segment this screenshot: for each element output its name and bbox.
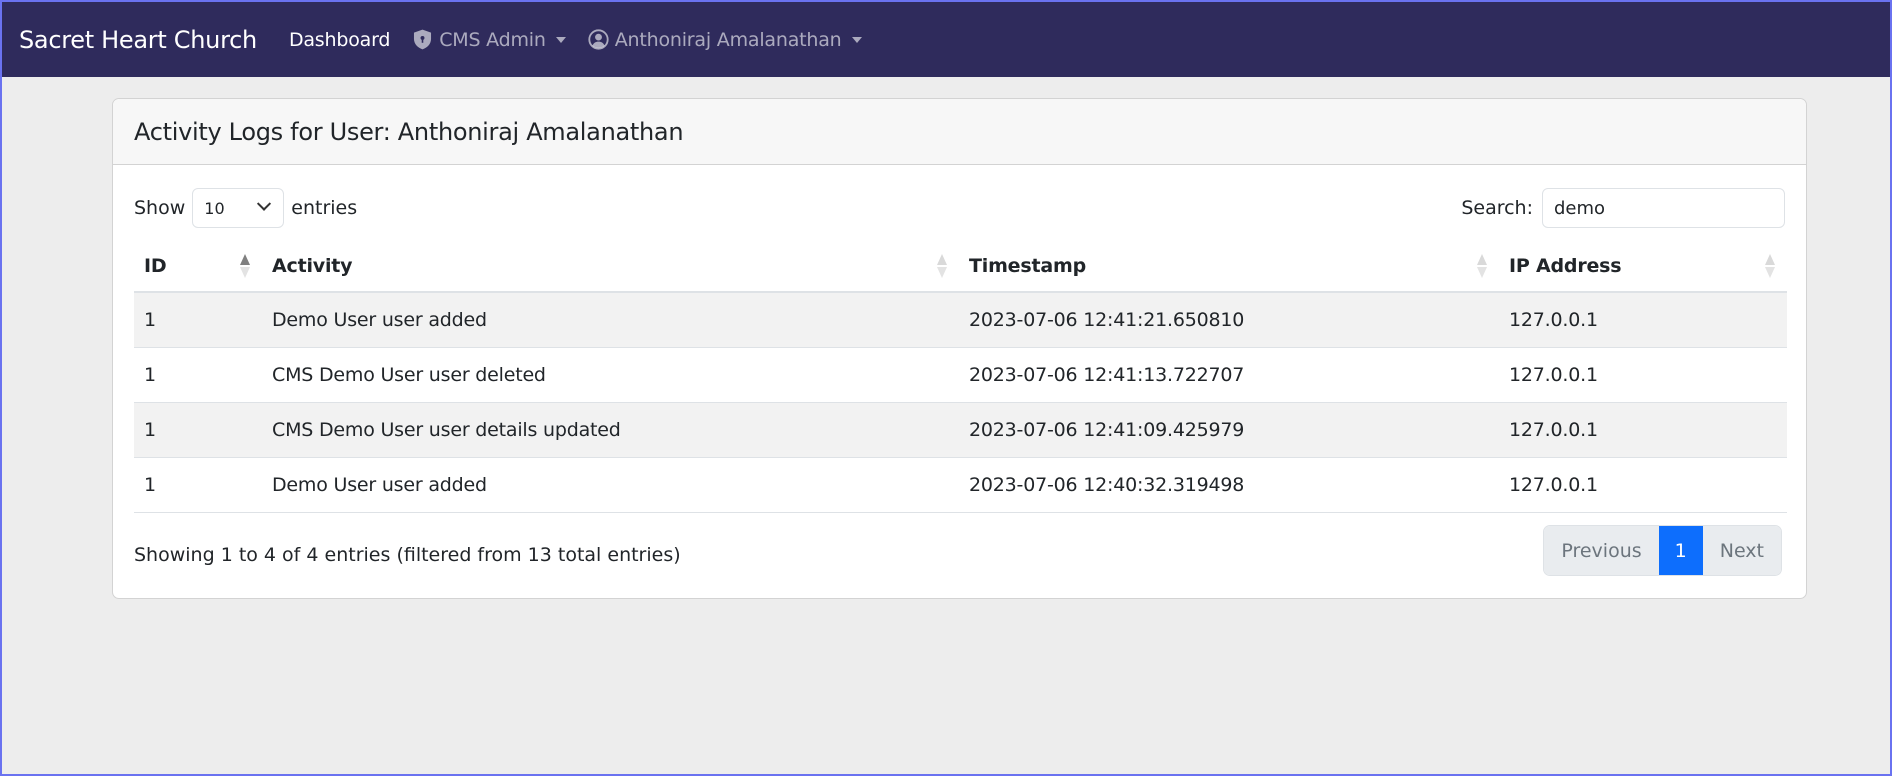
column-header-ip-address[interactable]: IP Address <box>1499 241 1787 293</box>
search-label: Search: <box>1461 197 1533 219</box>
activity-logs-table: ID Activity Timestamp IP Address 1 Demo … <box>134 241 1787 513</box>
column-label: IP Address <box>1509 255 1622 277</box>
caret-down-icon <box>555 36 566 43</box>
cell-ip: 127.0.0.1 <box>1499 347 1787 403</box>
column-label: Activity <box>272 255 353 277</box>
cell-activity: CMS Demo User user deleted <box>262 347 959 403</box>
cell-timestamp: 2023-07-06 12:41:21.650810 <box>959 292 1499 348</box>
cell-id: 1 <box>134 457 262 513</box>
navbar: Sacret Heart Church Dashboard CMS Admin … <box>2 2 1890 77</box>
nav-dashboard[interactable]: Dashboard <box>289 29 390 51</box>
table-row: 1 CMS Demo User user deleted 2023-07-06 … <box>134 347 1787 403</box>
cell-ip: 127.0.0.1 <box>1499 292 1787 348</box>
pagination: Previous 1 Next <box>1543 525 1782 576</box>
search-control: Search: <box>1461 188 1785 228</box>
shield-lock-icon <box>412 29 433 50</box>
nav-user-dropdown[interactable]: Anthoniraj Amalanathan <box>588 29 862 51</box>
nav-user-label: Anthoniraj Amalanathan <box>614 28 842 51</box>
cell-activity: Demo User user added <box>262 457 959 513</box>
page-length-control: Show 10 entries <box>134 188 357 228</box>
user-circle-icon <box>588 29 609 50</box>
previous-button[interactable]: Previous <box>1544 526 1659 575</box>
show-label: Show <box>134 197 186 219</box>
column-label: Timestamp <box>969 255 1086 277</box>
nav-cms-admin-label: CMS Admin <box>439 28 546 51</box>
table-footer: Showing 1 to 4 of 4 entries (filtered fr… <box>134 525 1785 576</box>
sort-asc-icon <box>240 254 250 278</box>
table-row: 1 Demo User user added 2023-07-06 12:40:… <box>134 457 1787 513</box>
cell-activity: Demo User user added <box>262 292 959 348</box>
cell-activity: CMS Demo User user details updated <box>262 402 959 458</box>
cell-id: 1 <box>134 347 262 403</box>
table-row: 1 Demo User user added 2023-07-06 12:41:… <box>134 292 1787 348</box>
column-header-id[interactable]: ID <box>134 241 262 293</box>
entries-label: entries <box>291 197 358 219</box>
caret-down-icon <box>851 36 862 43</box>
chevron-down-icon <box>257 196 272 211</box>
sort-icon <box>937 254 947 278</box>
nav-cms-admin-dropdown[interactable]: CMS Admin <box>412 29 566 51</box>
page-title: Activity Logs for User: Anthoniraj Amala… <box>134 117 684 146</box>
sort-icon <box>1477 254 1487 278</box>
next-button[interactable]: Next <box>1702 526 1781 575</box>
column-header-activity[interactable]: Activity <box>262 241 959 293</box>
brand-link[interactable]: Sacret Heart Church <box>19 26 257 54</box>
table-header-row: ID Activity Timestamp IP Address <box>134 241 1787 293</box>
cell-timestamp: 2023-07-06 12:41:09.425979 <box>959 402 1499 458</box>
page-1-button[interactable]: 1 <box>1658 526 1703 575</box>
cell-ip: 127.0.0.1 <box>1499 402 1787 458</box>
cell-ip: 127.0.0.1 <box>1499 457 1787 513</box>
search-input[interactable] <box>1542 188 1785 228</box>
cell-id: 1 <box>134 292 262 348</box>
nav-dashboard-label: Dashboard <box>288 28 391 51</box>
activity-logs-card: Activity Logs for User: Anthoniraj Amala… <box>112 98 1807 599</box>
column-header-timestamp[interactable]: Timestamp <box>959 241 1499 293</box>
cell-timestamp: 2023-07-06 12:41:13.722707 <box>959 347 1499 403</box>
cell-id: 1 <box>134 402 262 458</box>
table-info: Showing 1 to 4 of 4 entries (filtered fr… <box>134 543 681 566</box>
cell-timestamp: 2023-07-06 12:40:32.319498 <box>959 457 1499 513</box>
column-label: ID <box>144 255 167 277</box>
table-row: 1 CMS Demo User user details updated 202… <box>134 402 1787 458</box>
table-controls: Show 10 entries Search: <box>134 188 1785 228</box>
card-header: Activity Logs for User: Anthoniraj Amala… <box>113 99 1806 165</box>
page-length-value: 10 <box>204 198 225 218</box>
sort-icon <box>1765 254 1775 278</box>
page-length-select[interactable]: 10 <box>192 188 285 228</box>
